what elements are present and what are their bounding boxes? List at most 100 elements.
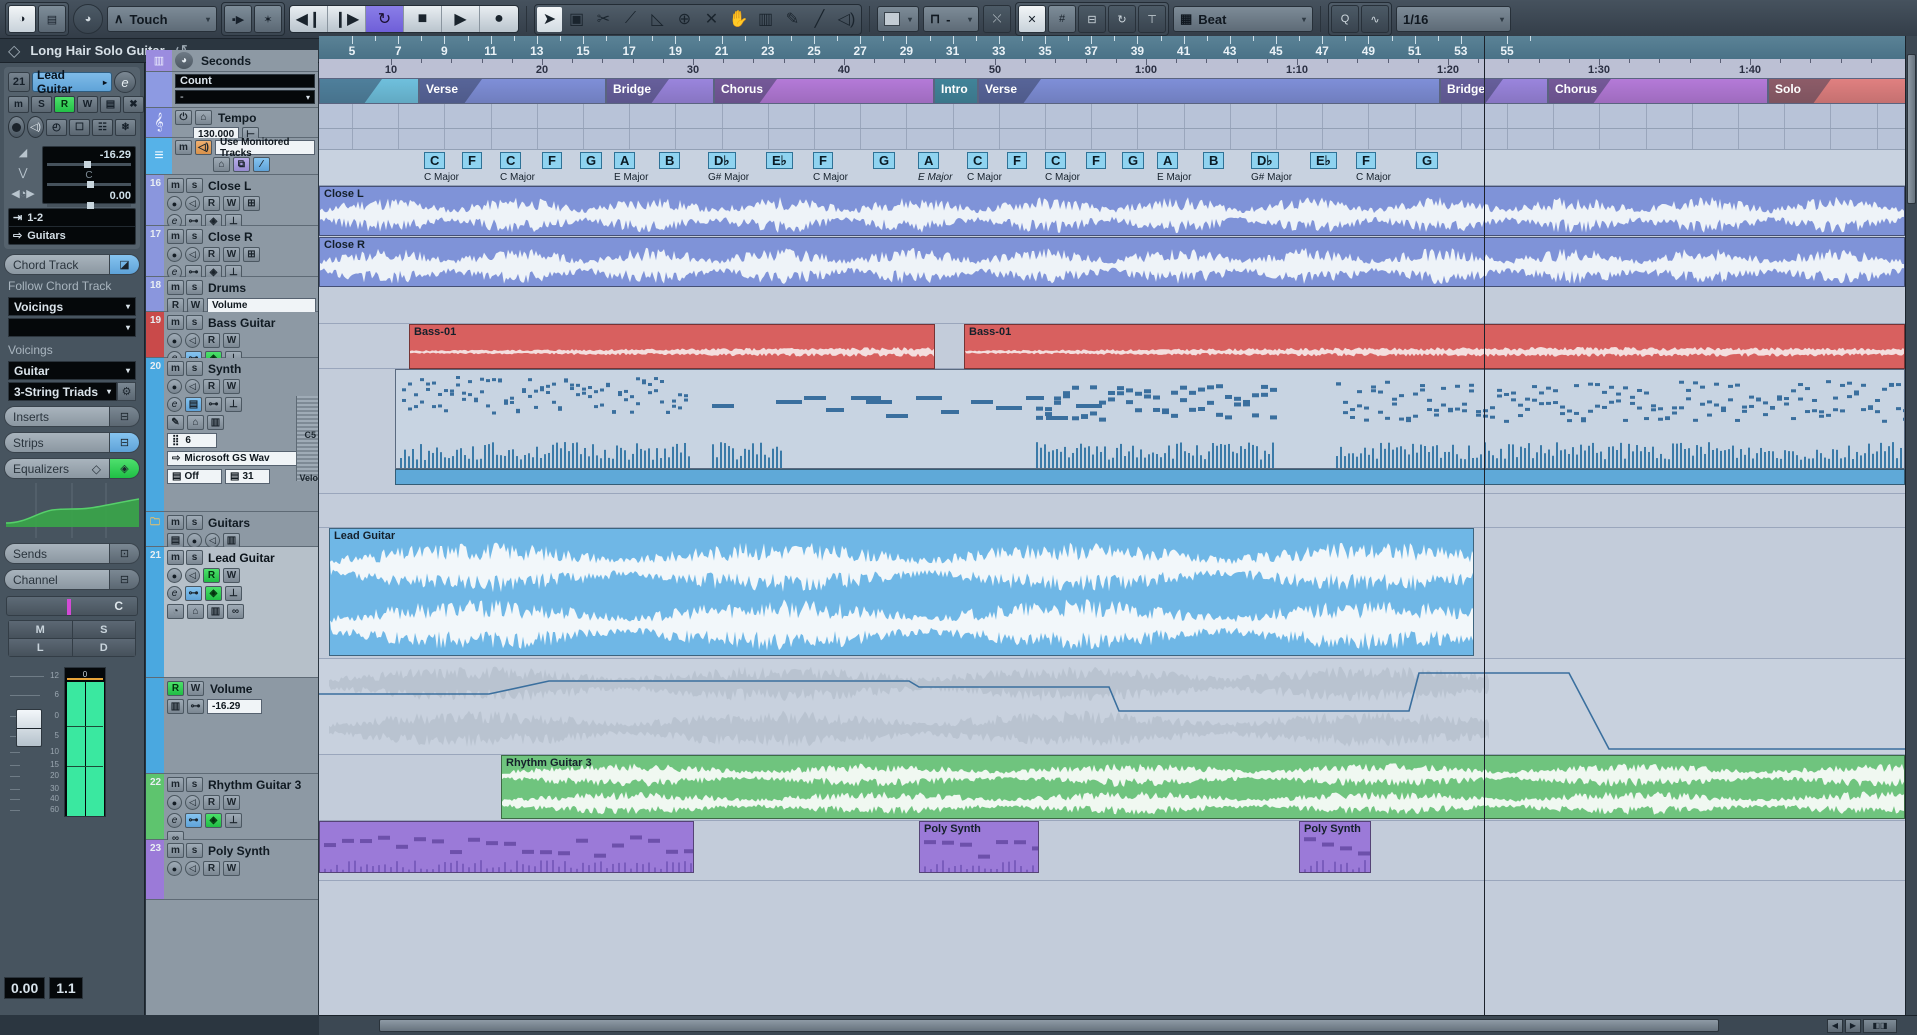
sends-bypass-icon[interactable]: ⊡ [110, 543, 140, 564]
guitars-solo-button[interactable]: s [186, 515, 203, 530]
chord-symbols-lane[interactable]: CC MajorFCC MajorFGAE MajorBD♭G# MajorE♭… [319, 150, 1905, 186]
equalizers-bypass-icon[interactable]: ◈ [110, 458, 140, 479]
global-track-transpose[interactable]: ≡ m ◁) Use Monitored Tracks ⌂ ⧉ ∕ [146, 138, 318, 175]
track-row-rhythm-guitar-3[interactable]: 22 m s Rhythm Guitar 3 ● ◁ R W e ⊶ ◈ ⊥ [146, 774, 318, 840]
synth-solo-button[interactable]: s [186, 361, 203, 376]
chord-symbol[interactable]: B [659, 152, 680, 169]
track-lane-volume-automation[interactable] [319, 659, 1905, 755]
synth-keys-icon[interactable]: ▥ [207, 415, 224, 430]
chord-symbol[interactable]: F [813, 152, 833, 169]
bass-record-enable[interactable]: ● [167, 333, 182, 348]
snap-on-off-icon[interactable]: ✕ [1018, 5, 1046, 33]
rhythm-mute-button[interactable]: m [167, 777, 184, 792]
track-lane-close-r[interactable]: Close R [319, 237, 1905, 287]
arranger-part[interactable]: Intro [934, 78, 978, 104]
rhythm-monitor[interactable]: ◁ [185, 795, 200, 810]
comp-tool[interactable]: ▥ [753, 7, 778, 32]
poly-monitor[interactable]: ◁ [185, 861, 200, 876]
volume-fader[interactable] [16, 709, 42, 747]
solo-button[interactable]: S [31, 96, 52, 113]
track-record-enable[interactable]: ● [167, 196, 182, 211]
track-lane-close-l[interactable]: Close L [319, 186, 1905, 236]
transpose-link-button[interactable]: ⧉ [233, 157, 250, 172]
automation-value[interactable]: -16.29 [207, 699, 262, 714]
rhythm-edit-channel[interactable]: e [167, 813, 182, 828]
channel-direct-button[interactable]: D [73, 639, 136, 656]
chord-symbol[interactable]: A [918, 152, 939, 169]
horizontal-scroll-thumb[interactable] [379, 1019, 1719, 1032]
synth-program-field[interactable]: ▤ Off [167, 469, 222, 484]
midi-part-poly-synth[interactable]: Poly Synth [1299, 821, 1371, 873]
voicing-preset-select[interactable]: 3-String Triads ▾ [8, 382, 117, 401]
track-mute-button[interactable]: m [167, 178, 184, 193]
rhythm-phase-button[interactable]: ◈ [205, 813, 222, 828]
chord-symbol[interactable]: G [1416, 152, 1438, 169]
pan-slider[interactable] [47, 183, 131, 186]
grid-type-select[interactable]: ▦ Beat ▾ [1173, 6, 1313, 32]
write-automation-button[interactable]: W [77, 96, 98, 113]
guitars-lane-button[interactable]: ▥ [223, 533, 240, 548]
synth-record-enable[interactable]: ● [167, 379, 182, 394]
track-lane-lead-guitar[interactable]: Lead Guitar [319, 528, 1905, 659]
track-read-button-2[interactable]: R [203, 247, 220, 262]
record-button[interactable]: ● [480, 6, 518, 32]
drums-automation-param[interactable]: Volume [207, 298, 316, 313]
automation-mode-button[interactable]: ⊶ [187, 699, 204, 714]
track-lanes[interactable]: Close LClose RBass-01Bass-01Lead GuitarR… [319, 186, 1905, 1015]
freeze-snowflake-button[interactable]: ❄ [115, 119, 136, 136]
rhythm-write-button[interactable]: W [223, 795, 240, 810]
fader-value[interactable]: 0.00 [4, 977, 45, 999]
bass-mute-button[interactable]: m [167, 315, 184, 330]
lead-lock-button[interactable]: ⌂ [187, 604, 204, 619]
glue-tool[interactable]: ⟋ [618, 7, 643, 32]
marker-value-field[interactable]: - ▾ [175, 90, 315, 104]
zoom-h-button[interactable]: ◧◨ [1863, 1019, 1897, 1033]
chord-symbol[interactable]: A [1157, 152, 1178, 169]
lead-timebase-button[interactable]: ◔ [167, 604, 184, 619]
chord-track-lane-2[interactable] [319, 129, 1905, 150]
poly-write-button[interactable]: W [223, 861, 240, 876]
chord-symbol[interactable]: E♭ [766, 152, 793, 169]
scroll-right-button[interactable]: ▶ [1845, 1019, 1861, 1033]
arranger-track[interactable]: VerseBridgeChorusIntroVerseBridgeChorusS… [319, 78, 1905, 104]
rhythm-record-enable[interactable]: ● [167, 795, 182, 810]
arrange-area[interactable]: 5791113151719212325272931333537394143454… [319, 36, 1905, 1015]
audio-clip-close-l[interactable]: Close L [319, 186, 1905, 236]
gear-icon[interactable]: ⚙ [117, 382, 136, 401]
poly-read-button[interactable]: R [203, 861, 220, 876]
show-channel-icon[interactable]: ▤ [38, 5, 66, 33]
synth-drumstick-icon[interactable]: ✎ [167, 415, 184, 430]
cycle-snap-icon[interactable]: ↻ [1108, 5, 1136, 33]
track-read-button[interactable]: R [203, 196, 220, 211]
mute-tool[interactable]: ✕ [699, 7, 724, 32]
lead-mute-button[interactable]: m [167, 550, 184, 565]
read-automation-button[interactable]: R [54, 96, 75, 113]
lead-lane-button[interactable]: ▥ [207, 604, 224, 619]
channel-solo-button[interactable]: S [73, 621, 136, 638]
drums-read-button[interactable]: R [167, 298, 184, 313]
chord-symbol[interactable]: C [967, 152, 988, 169]
track-lane-guitars-folder[interactable] [319, 494, 1905, 528]
audio-clip-lead-guitar[interactable]: Lead Guitar [329, 528, 1474, 656]
arranger-part[interactable]: Bridge [606, 78, 714, 104]
track-lane-drums[interactable] [319, 288, 1905, 324]
synth-lock-icon[interactable]: ⌂ [187, 415, 204, 430]
arranger-part[interactable]: Bridge [1440, 78, 1548, 104]
track-row-close-r[interactable]: 17 m s Close R ● ◁ R W ⊞ e ⊶ ◈ [146, 226, 318, 277]
drums-solo-button[interactable]: s [186, 280, 203, 295]
cycle-button[interactable]: ↻ [366, 6, 404, 32]
global-track-signature[interactable]: ▥ ◕ Seconds [146, 50, 318, 72]
transpose-lock-button[interactable]: ⌂ [213, 157, 230, 172]
drums-mute-button[interactable]: m [167, 280, 184, 295]
lead-edit-channel[interactable]: e [167, 586, 182, 601]
channel-bypass-icon[interactable]: ⊟ [110, 569, 140, 590]
playhead-cursor[interactable] [1484, 36, 1485, 1015]
sends-section[interactable]: Sends ⊡ [4, 543, 140, 564]
midi-part-poly-synth[interactable] [319, 821, 694, 873]
synth-monitor[interactable]: ◁ [185, 379, 200, 394]
synth-write-button[interactable]: W [223, 379, 240, 394]
grid-icon[interactable]: # [1048, 5, 1076, 33]
hand-scrub-tool[interactable]: ✋ [726, 7, 751, 32]
rhythm-out-button[interactable]: ⊥ [225, 813, 242, 828]
lead-monitor[interactable]: ◁ [185, 568, 200, 583]
